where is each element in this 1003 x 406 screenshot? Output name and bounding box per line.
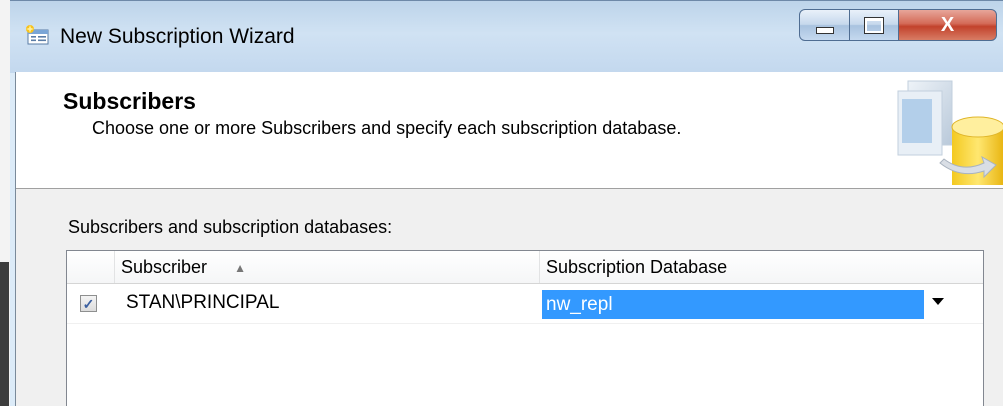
subscriber-checkbox[interactable]: ✓: [80, 295, 97, 312]
header-subscription-database[interactable]: Subscription Database: [539, 251, 983, 283]
desktop-dark-strip: [0, 262, 9, 406]
close-icon: X: [940, 13, 955, 36]
checkbox-check-icon: ✓: [82, 295, 95, 312]
header-subscriber[interactable]: Subscriber ▲: [114, 251, 539, 283]
subscribers-list-label: Subscribers and subscription databases:: [68, 217, 393, 237]
maximize-icon: [864, 16, 884, 34]
header-checkbox-column[interactable]: [67, 251, 114, 283]
close-button[interactable]: X: [898, 9, 997, 41]
wizard-window: New Subscription Wizard X Subscribers Ch…: [10, 0, 1003, 406]
grid-header: Subscriber ▲ Subscription Database: [67, 251, 983, 284]
subscription-database-select[interactable]: nw_repl: [542, 289, 972, 319]
minimize-icon: [815, 26, 834, 34]
page-title: Subscribers: [63, 88, 196, 114]
wizard-content: Subscribers Choose one or more Subscribe…: [15, 72, 1003, 406]
subscribers-grid[interactable]: Subscriber ▲ Subscription Database ✓ STA…: [66, 250, 984, 406]
window-title: New Subscription Wizard: [60, 25, 295, 48]
wizard-header: Subscribers Choose one or more Subscribe…: [16, 72, 1003, 189]
table-row[interactable]: ✓ STAN\PRINCIPAL nw_repl: [67, 284, 983, 324]
subscription-database-value: nw_repl: [542, 290, 924, 319]
maximize-button[interactable]: [849, 9, 899, 41]
page-subtitle: Choose one or more Subscribers and speci…: [92, 118, 682, 138]
minimize-button[interactable]: [799, 9, 850, 41]
database-wizard-graphic: [897, 80, 1003, 185]
desktop-background: [0, 0, 10, 406]
header-subscription-database-label: Subscription Database: [546, 257, 728, 277]
header-subscriber-label: Subscriber: [121, 257, 208, 277]
subscriber-name: STAN\PRINCIPAL: [126, 292, 280, 313]
sort-ascending-icon: ▲: [234, 261, 246, 275]
wizard-app-icon: [25, 25, 51, 45]
title-bar[interactable]: New Subscription Wizard X: [10, 0, 1003, 73]
dropdown-arrow-icon[interactable]: [932, 298, 944, 305]
